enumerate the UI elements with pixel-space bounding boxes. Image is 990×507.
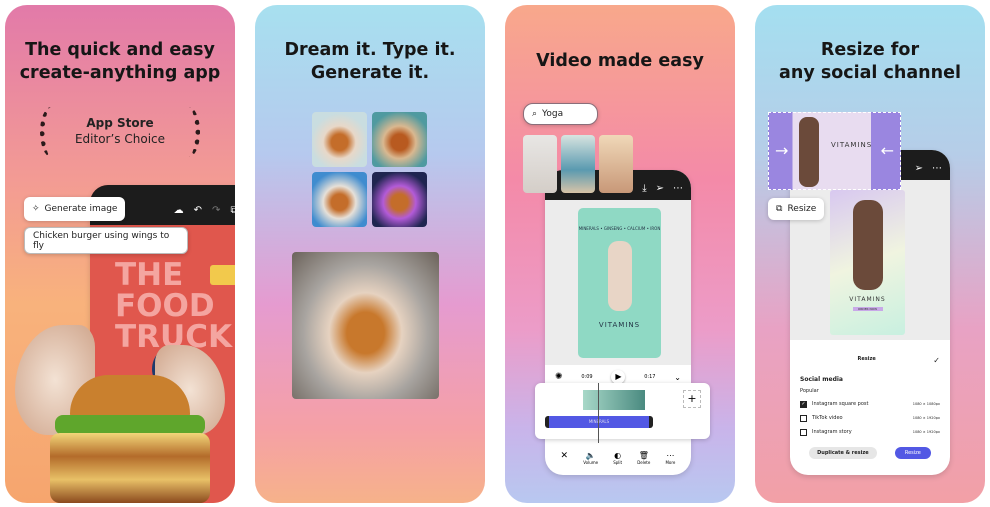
winged-burger-image [15, 325, 225, 503]
laurel-left-icon [40, 107, 62, 157]
add-clip-button[interactable]: + [683, 390, 701, 408]
duplicate-resize-button[interactable]: Duplicate & resize [809, 447, 877, 459]
checkbox[interactable] [800, 414, 807, 422]
prompt-input[interactable]: Chicken burger using wings to fly [24, 227, 188, 254]
playback-controls: ✺ 0:09 ▶ 0:17 ⌄ [555, 370, 681, 384]
video-clip-strip[interactable] [583, 390, 645, 410]
option-tiktok-video[interactable]: TikTok video 1080 × 1920px [800, 411, 940, 425]
order-now-button: ORDER NOW [852, 307, 883, 311]
award-badge: App Store Editor’s Choice [40, 107, 200, 157]
layers-icon[interactable]: ⧉ [230, 205, 235, 216]
generated-variant-1[interactable] [312, 112, 367, 167]
screenshot-card-1[interactable]: The quick and easy create-anything app Ap… [5, 5, 235, 503]
vitamins-poster: VITAMINS ORDER NOW [830, 190, 905, 335]
share-icon[interactable]: ➢ [915, 163, 923, 174]
more-icon[interactable]: ⋯ [673, 183, 683, 194]
confirm-check-icon[interactable]: ✓ [933, 356, 940, 365]
resize-button[interactable]: Resize [894, 447, 931, 459]
resize-chip[interactable]: ⧉ Resize [768, 198, 825, 220]
award-store: App Store [86, 116, 154, 130]
tool-volume[interactable]: 🔈 Volume [583, 451, 598, 465]
option-instagram-story[interactable]: Instagram story 1080 × 1920px [800, 425, 940, 439]
play-button[interactable]: ▶ [611, 370, 626, 384]
generate-image-icon: ✧ [32, 204, 40, 214]
undo-icon[interactable]: ↶ [194, 205, 202, 216]
search-input[interactable]: ⌕ Yoga [523, 103, 598, 125]
yoga-video-1[interactable] [523, 135, 557, 193]
resized-banner-preview: → ← VITAMINS [768, 112, 901, 190]
panel-title: The quick and easy create-anything app [19, 40, 221, 83]
generated-variant-4[interactable] [372, 172, 427, 227]
generated-variant-2[interactable] [372, 112, 427, 167]
laurel-right-icon [178, 107, 200, 157]
more-icon[interactable]: ⋯ [932, 163, 942, 174]
award-label: Editor’s Choice [74, 132, 166, 146]
playhead[interactable] [598, 383, 599, 443]
panel-title: Dream it. Type it. Generate it. [284, 40, 456, 83]
yoga-video-2[interactable] [561, 135, 595, 193]
tool-split[interactable]: ◐ Split [613, 451, 622, 465]
screenshot-card-4[interactable]: Resize for any social channel ➢ ⋯ VITAMINS… [755, 5, 985, 503]
arrow-right-icon: → [775, 141, 789, 160]
share-icon[interactable]: ➢ [656, 183, 664, 194]
generated-main-image [292, 252, 439, 399]
screenshot-card-2[interactable]: Dream it. Type it. Generate it. [255, 5, 485, 503]
download-icon[interactable]: ⤓ [642, 183, 646, 194]
audio-track[interactable]: MINERALS [545, 416, 653, 428]
resize-sheet: Resize ✓ Social media Popular ✓ Instagram … [790, 350, 950, 475]
food-truck-image [210, 265, 235, 285]
close-icon[interactable]: ✕ [561, 451, 569, 465]
search-icon: ⌕ [532, 109, 538, 119]
screenshot-card-3[interactable]: Video made easy ⤓ ➢ ⋯ MINERALS • GINSENG •… [505, 5, 735, 503]
animate-icon[interactable]: ✺ [555, 372, 563, 382]
tool-more[interactable]: ⋯ More [665, 451, 675, 465]
panel-title: Video made easy [536, 51, 704, 71]
edit-tools: ✕ 🔈 Volume ◐ Split 🗑 Delete ⋯ More [553, 451, 683, 465]
vitamins-poster: MINERALS • GINSENG • CALCIUM • IRON VITA… [578, 208, 661, 358]
arrow-left-icon: ← [880, 141, 894, 160]
redo-icon[interactable]: ↷ [212, 205, 220, 216]
panel-title: Resize for any social channel [779, 40, 961, 83]
tool-delete[interactable]: 🗑 Delete [637, 451, 650, 465]
generate-image-button[interactable]: ✧ Generate image [24, 197, 126, 221]
generated-variant-3[interactable] [312, 172, 367, 227]
resize-icon: ⧉ [776, 204, 783, 214]
checkbox[interactable] [800, 428, 807, 436]
checkbox-checked[interactable]: ✓ [800, 400, 807, 408]
cloud-icon[interactable]: ☁ [174, 205, 184, 216]
option-instagram-square[interactable]: ✓ Instagram square post 1080 × 1080px [800, 397, 940, 411]
timeline-panel: + MINERALS [535, 383, 710, 443]
chevron-down-icon[interactable]: ⌄ [674, 373, 681, 382]
yoga-video-3[interactable] [599, 135, 633, 193]
